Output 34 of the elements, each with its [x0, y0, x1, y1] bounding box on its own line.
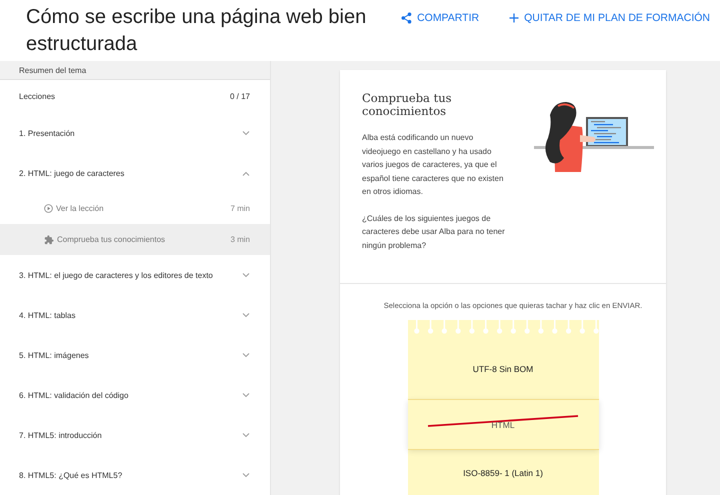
chevron-down-icon [242, 472, 250, 478]
sidebar-heading: Resumen del tema [0, 61, 270, 80]
topic-item[interactable]: 7. HTML5: introducción [0, 415, 270, 455]
puzzle-icon [44, 234, 54, 244]
topic-item[interactable]: 8. HTML5: ¿Qué es HTML5? [0, 455, 270, 495]
share-icon [401, 12, 412, 24]
question-text: ¿Cuáles de los siguientes juegos de caracteres debe usar Alba para no tener ningún problema? [362, 212, 506, 252]
answer-option[interactable]: ISO-8859- 1 (Latin 1) [408, 449, 598, 495]
chevron-down-icon [242, 352, 250, 358]
chevron-down-icon [242, 312, 250, 318]
quiz-title: Comprueba tus conocimientos [362, 92, 453, 118]
answer-option[interactable]: UTF-8 Sin BOM [408, 338, 598, 399]
page-title: Cómo se escribe una página web bien estructurada [26, 5, 368, 57]
chevron-down-icon [242, 392, 250, 398]
play-icon [44, 204, 53, 213]
remove-from-plan-button[interactable]: QUITAR DE MI PLAN DE FORMACIÓN [509, 12, 710, 24]
topic-item[interactable]: 1. Presentación [0, 113, 270, 153]
chevron-up-icon [242, 170, 250, 176]
topic-item[interactable]: 3. HTML: el juego de caracteres y los editores de texto [0, 255, 270, 295]
topic-item[interactable]: 2. HTML: juego de caracteres [0, 153, 270, 193]
topic-item[interactable]: 6. HTML: validación del código [0, 375, 270, 415]
lesson-item[interactable]: Ver la lección 7 min [0, 193, 270, 224]
topic-item[interactable]: 5. HTML: imágenes [0, 335, 270, 375]
progress-count: 0 / 17 [230, 92, 250, 101]
chevron-down-icon [242, 272, 250, 278]
topic-item[interactable]: 4. HTML: tablas [0, 295, 270, 335]
chevron-down-icon [242, 432, 250, 438]
answer-option[interactable]: HTML [408, 399, 598, 449]
plus-icon [509, 13, 520, 23]
lessons-label: Lecciones [19, 92, 56, 101]
lesson-item[interactable]: Comprueba tus conocimientos 3 min [0, 224, 270, 255]
question-text: Alba está codificando un nuevo videojuego en castellano y ha usado varios juegos de caracteres, ya que el español tiene caracteres que no existen en otros idiomas. [362, 132, 504, 198]
chevron-down-icon [242, 130, 250, 136]
share-button[interactable]: COMPARTIR [401, 12, 480, 24]
